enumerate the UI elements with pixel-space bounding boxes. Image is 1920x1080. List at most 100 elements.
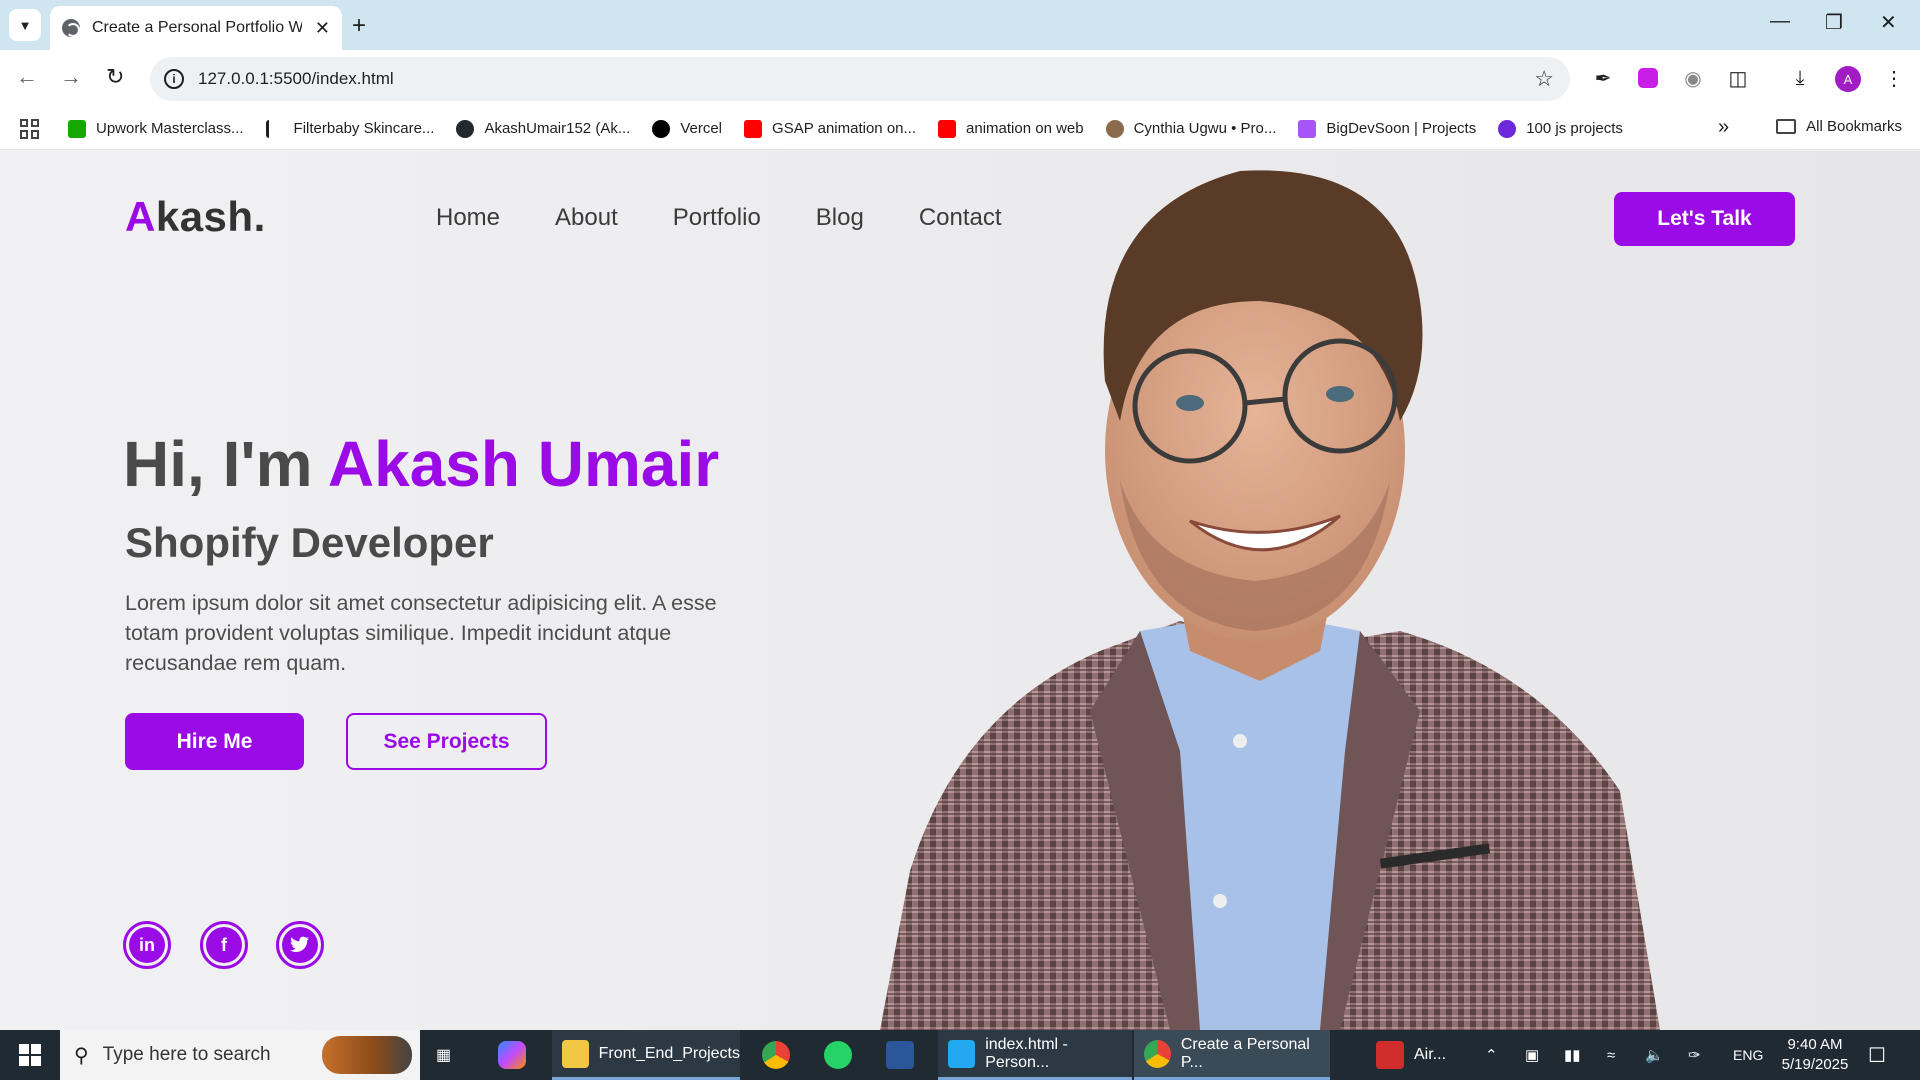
bookmarks-bar: Upwork Masterclass... Filterbaby Skincar… [0, 108, 1920, 150]
rocket-icon [1298, 119, 1317, 138]
extension-pink-icon[interactable] [1634, 64, 1662, 92]
notification-icon[interactable]: ☐ [1868, 1030, 1886, 1080]
taskbar-search[interactable]: ⚲ Type here to search [60, 1030, 420, 1080]
taskbar-air[interactable]: Air... [1374, 1030, 1446, 1080]
search-icon: ⚲ [74, 1044, 89, 1067]
twitter-link[interactable] [276, 921, 324, 969]
download-icon[interactable]: ⤓ [1786, 64, 1814, 92]
hero-description: Lorem ipsum dolor sit amet consectetur a… [125, 591, 717, 675]
bookmark-item[interactable]: animation on web [938, 119, 1084, 138]
youtube-icon [938, 119, 957, 138]
folder-icon [1776, 119, 1797, 134]
profile-avatar[interactable]: A [1835, 66, 1861, 92]
bookmark-item[interactable]: Cynthia Ugwu • Pro... [1105, 119, 1276, 138]
eyedropper-icon[interactable]: ✒ [1589, 64, 1617, 92]
copilot-icon[interactable] [498, 1030, 536, 1080]
hire-me-button[interactable]: Hire Me [125, 713, 304, 770]
upwork-icon [68, 119, 86, 138]
bookmark-item[interactable]: GSAP animation on... [744, 119, 916, 138]
cynthia-icon [1105, 119, 1124, 138]
folder-icon [562, 1039, 589, 1068]
more-bookmarks-icon[interactable]: » [1718, 116, 1729, 139]
battery-icon[interactable]: ▮▮ [1564, 1030, 1581, 1080]
forward-icon[interactable]: → [60, 64, 82, 90]
restore-icon[interactable]: ❐ [1825, 10, 1843, 35]
back-icon[interactable]: ← [16, 64, 38, 90]
vercel-icon [652, 119, 671, 138]
bookmark-item[interactable]: 100 js projects [1498, 119, 1623, 138]
reload-icon[interactable]: ↻ [106, 64, 124, 90]
hero-name: Akash Umair [327, 428, 720, 500]
nav-portfolio[interactable]: Portfolio [673, 204, 761, 232]
whatsapp-icon[interactable] [824, 1030, 862, 1080]
taskbar-file-explorer[interactable]: Front_End_Projects [552, 1030, 740, 1080]
portfolio-page: Akash. Home About Portfolio Blog Contact… [0, 151, 1920, 1030]
all-bookmarks-button[interactable]: All Bookmarks [1776, 118, 1902, 135]
wifi-icon[interactable]: ≈ [1607, 1030, 1615, 1080]
tab-search-button[interactable]: ▼ [9, 9, 41, 41]
hero-role: Shopify Developer [125, 519, 494, 566]
bookmark-star-icon[interactable]: ☆ [1534, 66, 1554, 92]
chrome-icon [1144, 1039, 1171, 1068]
linkedin-link[interactable]: in [123, 921, 171, 969]
facebook-icon: f [206, 927, 242, 963]
browser-toolbar: ← → ↻ i 127.0.0.1:5500/index.html ☆ ✒ ◉ … [0, 50, 1920, 108]
word-icon[interactable] [886, 1030, 924, 1080]
show-hidden-icons[interactable]: ⌃ [1485, 1030, 1498, 1080]
bookmark-item[interactable]: AkashUmair152 (Ak... [456, 119, 630, 138]
volume-icon[interactable]: 🔈 [1645, 1030, 1664, 1080]
windows-start-button[interactable] [0, 1030, 60, 1080]
new-tab-icon[interactable]: + [352, 12, 366, 40]
chevron-down-icon: ▼ [18, 17, 32, 33]
close-tab-icon[interactable]: ✕ [315, 18, 330, 39]
squirrel-decoration-icon [322, 1036, 412, 1074]
vscode-icon [948, 1039, 976, 1068]
system-clock[interactable]: 9:40 AM 5/19/2025 [1770, 1035, 1860, 1075]
linkedin-icon: in [129, 927, 165, 963]
site-logo[interactable]: Akash. [125, 193, 266, 241]
pen-icon[interactable]: ✑ [1688, 1030, 1701, 1080]
meet-now-icon[interactable]: ▣ [1525, 1030, 1539, 1080]
nav-contact[interactable]: Contact [919, 204, 1002, 232]
camera-icon[interactable]: ◉ [1679, 64, 1707, 92]
close-window-icon[interactable]: ✕ [1880, 10, 1897, 35]
air-icon [1376, 1041, 1404, 1069]
lets-talk-button[interactable]: Let's Talk [1614, 192, 1795, 246]
profile-portrait-image [880, 170, 1660, 1030]
extensions-puzzle-icon[interactable]: ◫ [1724, 64, 1752, 92]
bookmark-item[interactable]: Vercel [652, 119, 722, 138]
youtube-icon [744, 119, 763, 138]
tab-title: Create a Personal Portfolio Web [92, 19, 302, 36]
taskbar-chrome-window[interactable]: Create a Personal P... [1134, 1030, 1330, 1080]
browser-tab-active[interactable]: Create a Personal Portfolio Web ✕ [50, 6, 342, 50]
apps-grid-icon[interactable] [20, 118, 40, 139]
main-nav: Home About Portfolio Blog Contact [436, 204, 1002, 232]
nav-about[interactable]: About [555, 204, 618, 232]
bookmark-item[interactable]: Upwork Masterclass... [68, 119, 244, 138]
see-projects-button[interactable]: See Projects [346, 713, 547, 770]
chrome-icon[interactable] [762, 1030, 800, 1080]
globe-icon [62, 19, 80, 37]
facebook-link[interactable]: f [200, 921, 248, 969]
address-bar[interactable]: i 127.0.0.1:5500/index.html ☆ [150, 57, 1570, 101]
twitter-bird-icon [290, 936, 309, 952]
minimize-icon[interactable]: — [1770, 10, 1790, 33]
url-text[interactable]: 127.0.0.1:5500/index.html [198, 69, 394, 89]
nav-home[interactable]: Home [436, 204, 500, 232]
windows-taskbar: ⚲ Type here to search ▦ Front_End_Projec… [0, 1030, 1920, 1080]
taskbar-vscode[interactable]: index.html - Person... [938, 1030, 1132, 1080]
task-view-icon[interactable]: ▦ [436, 1030, 451, 1080]
twitter-icon [282, 927, 318, 963]
filterbaby-icon [265, 119, 284, 138]
windows-logo-icon [19, 1044, 41, 1066]
browser-tab-strip: ▼ Create a Personal Portfolio Web ✕ + — … [0, 0, 1920, 50]
github-icon [456, 119, 475, 138]
hero-title: Hi, I'm Akash Umair [123, 428, 720, 500]
bookmark-item[interactable]: Filterbaby Skincare... [265, 119, 434, 138]
bookmark-item[interactable]: BigDevSoon | Projects [1298, 119, 1476, 138]
language-indicator[interactable]: ENG [1733, 1030, 1763, 1080]
nav-blog[interactable]: Blog [816, 204, 864, 232]
menu-kebab-icon[interactable]: ⋮ [1880, 64, 1908, 92]
js-projects-icon [1498, 119, 1517, 138]
site-info-icon[interactable]: i [164, 69, 184, 89]
